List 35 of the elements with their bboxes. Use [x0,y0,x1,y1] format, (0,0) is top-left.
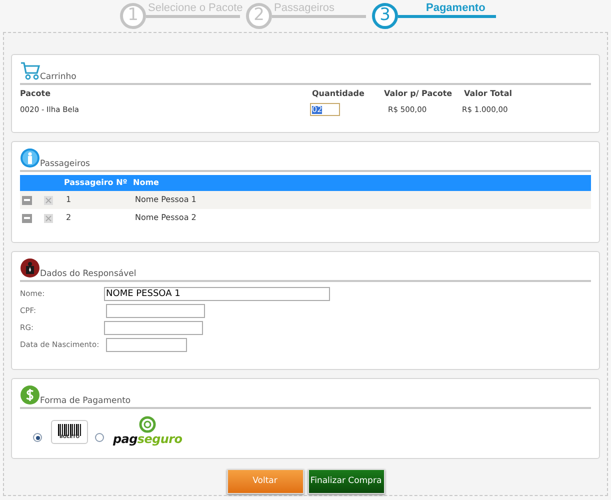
submit-button[interactable]: Finalizar Compra [308,469,384,494]
radio-button[interactable] [95,433,104,442]
step-number[interactable]: 1 [120,3,146,29]
step-label[interactable]: Pagamento [426,2,486,15]
input-field[interactable]: NOME PESSOA 1 [104,286,330,300]
column-header: Valor Total [463,88,513,100]
step-label[interactable]: Selecione o Pacote [148,2,243,15]
step-number[interactable]: 3 [372,3,398,29]
step-number[interactable]: 2 [246,3,272,29]
column-header: Pacote [20,88,52,100]
section-title: Carrinho [40,72,76,81]
tie-person-icon [20,258,40,278]
table-cell-text: 2 [66,212,72,224]
delete-icon[interactable] [44,196,53,204]
table-cell: Nome Pessoa 2 [135,212,196,224]
section-title: Passageiros [40,160,90,168]
table-cell-text: 1 [66,194,72,206]
delete-icon[interactable] [44,214,53,222]
step-label[interactable]: Passageiros [274,2,335,15]
pagseguro-logo[interactable]: pagseguro [113,416,182,445]
column-header: Passageiro Nº [64,177,128,189]
dollar-icon [20,385,40,405]
quantity-field[interactable]: 02 [310,103,340,116]
column-header: Nome [133,177,159,189]
table-cell: Nome Pessoa 1 [135,194,196,206]
input-field[interactable] [104,320,203,334]
input-field[interactable] [106,304,205,318]
cart-icon [20,61,40,81]
radio-button[interactable] [33,433,42,442]
back-button[interactable]: Voltar [226,469,304,494]
section-title: Dados do Responsável [40,270,136,278]
input-field[interactable] [106,338,187,352]
column-header: Valor p/ Pacote [383,88,454,100]
section-title: Forma de Pagamento [40,396,131,405]
column-header: Quantidade [311,88,366,100]
